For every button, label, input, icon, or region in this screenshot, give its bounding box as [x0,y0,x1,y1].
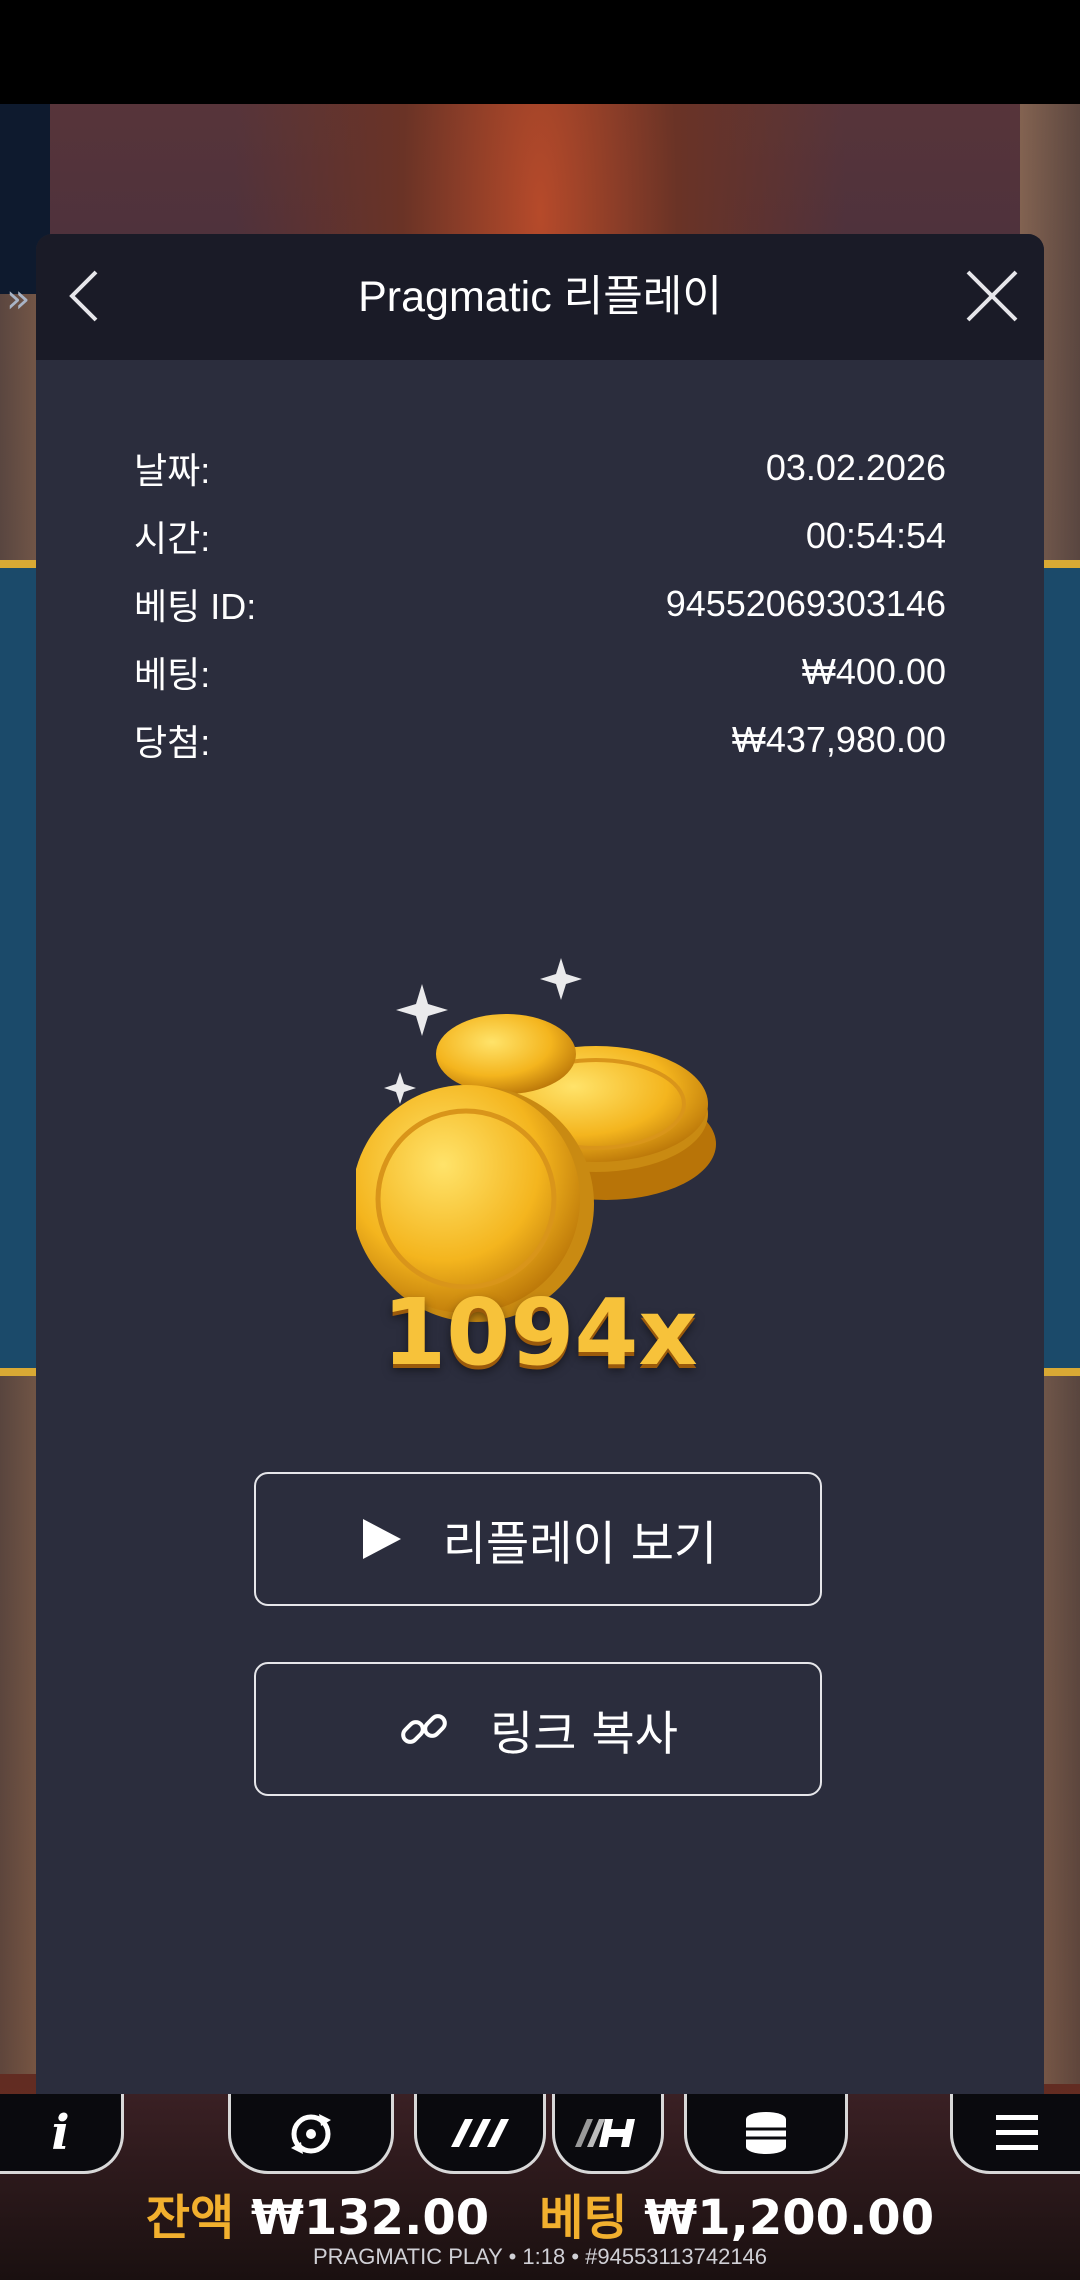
info-row-date: 날짜: 03.02.2026 [134,434,946,502]
balance-bet-line: 잔액 ₩132.00 베팅 ₩1,200.00 [0,2178,1080,2248]
info-value: 00:54:54 [805,515,946,556]
status-bar [0,0,1080,104]
bet-info-list: 날짜: 03.02.2026 시간: 00:54:54 베팅 ID: 94552… [134,434,946,774]
hamburger-menu-icon [995,2114,1038,2150]
close-button[interactable] [960,264,1024,328]
info-row-win: 당첨: ₩437,980.00 [134,706,946,774]
info-label: 시간: [134,518,211,559]
coin-stack-icon [746,2111,786,2154]
info-value: ₩400.00 [801,651,946,692]
info-value: 94552069303146 [665,583,946,624]
replay-modal: Pragmatic 리플레이 날짜: 03.02.2026 시간: 00:54:… [36,234,1044,2094]
balance-value: ₩132.00 [250,2190,490,2246]
watch-replay-label: 리플레이 보기 [442,1516,718,1572]
info-icon: i [51,2104,70,2161]
close-icon [966,270,1018,322]
info-label: 날짜: [134,450,211,491]
link-icon [398,1703,450,1755]
chevron-left-icon [69,270,98,322]
info-row-time: 시간: 00:54:54 [134,502,946,570]
fast-forward-icon [451,2118,509,2147]
bet-settings-button[interactable] [684,2094,848,2174]
info-button[interactable]: i [0,2094,124,2174]
reel-frame-right [1044,560,1080,1376]
menu-button[interactable] [950,2094,1080,2174]
gold-coins-image [356,958,716,1322]
watch-replay-button[interactable]: 리플레이 보기 [254,1472,822,1606]
bet-label: 베팅 [539,2190,628,2246]
reel-frame-left [0,560,36,1376]
hyper-spin-icon [575,2118,635,2147]
double-chevron-right-icon: » [6,276,31,322]
win-multiplier: 1094x [382,1279,698,1386]
back-button[interactable] [56,264,120,328]
bet-value: ₩1,200.00 [644,2190,935,2246]
turbo-spin-button[interactable] [414,2094,546,2174]
modal-title: Pragmatic 리플레이 [358,273,722,321]
autoplay-button[interactable] [228,2094,394,2174]
info-row-bet-id: 베팅 ID: 94552069303146 [134,570,946,638]
copy-link-label: 링크 복사 [490,1706,678,1762]
balance-label: 잔액 [145,2190,235,2246]
play-icon [359,1517,403,1561]
hyper-spin-button[interactable] [552,2094,664,2174]
info-label: 베팅: [134,654,211,695]
copy-link-button[interactable]: 링크 복사 [254,1662,822,1796]
autoplay-icon [291,2113,331,2154]
modal-header: Pragmatic 리플레이 [36,234,1044,360]
game-footer-info: PRAGMATIC PLAY • 1:18 • #94553113742146 [312,2244,768,2269]
info-label: 베팅 ID: [134,586,257,627]
info-value: 03.02.2026 [765,447,946,488]
info-row-bet: 베팅: ₩400.00 [134,638,946,706]
info-value: ₩437,980.00 [731,719,946,760]
info-label: 당첨: [134,722,211,763]
